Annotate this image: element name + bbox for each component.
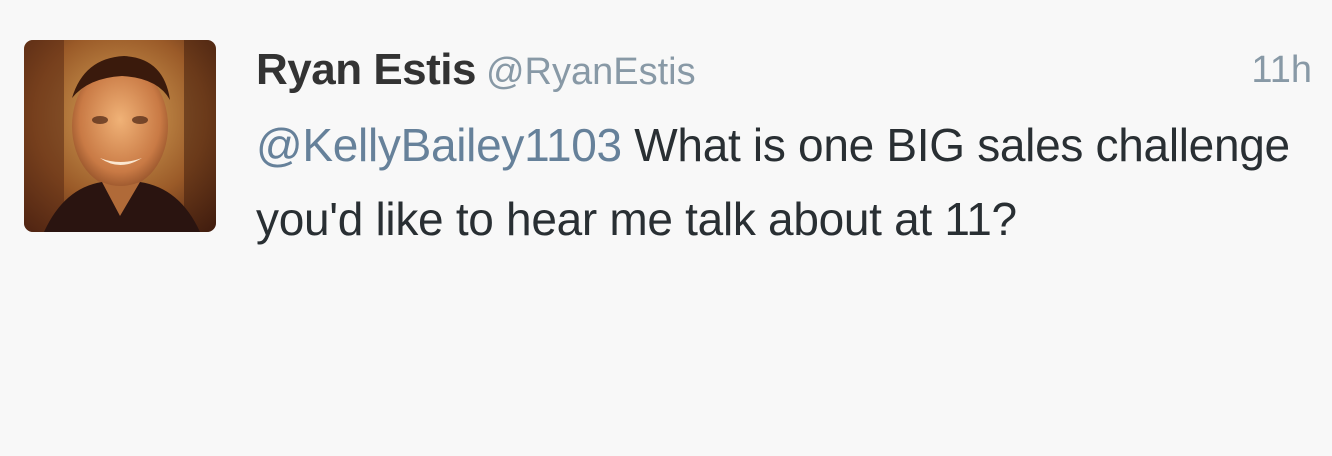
tweet-timestamp[interactable]: 11h (1251, 38, 1312, 102)
author-username[interactable]: @RyanEstis (486, 51, 696, 93)
mention-link[interactable]: @KellyBailey1103 (256, 119, 622, 171)
author-fullname[interactable]: Ryan Estis (256, 45, 476, 94)
tweet-content: Ryan Estis @RyanEstis 11h @KellyBailey110… (256, 38, 1320, 256)
user-avatar[interactable] (24, 40, 216, 232)
avatar-photo-icon (24, 40, 216, 232)
tweet-card: Ryan Estis @RyanEstis 11h @KellyBailey110… (0, 0, 1332, 456)
tweet-text: @KellyBailey1103 What is one BIG sales c… (256, 108, 1324, 256)
tweet-header: Ryan Estis @RyanEstis 11h (256, 38, 1320, 102)
